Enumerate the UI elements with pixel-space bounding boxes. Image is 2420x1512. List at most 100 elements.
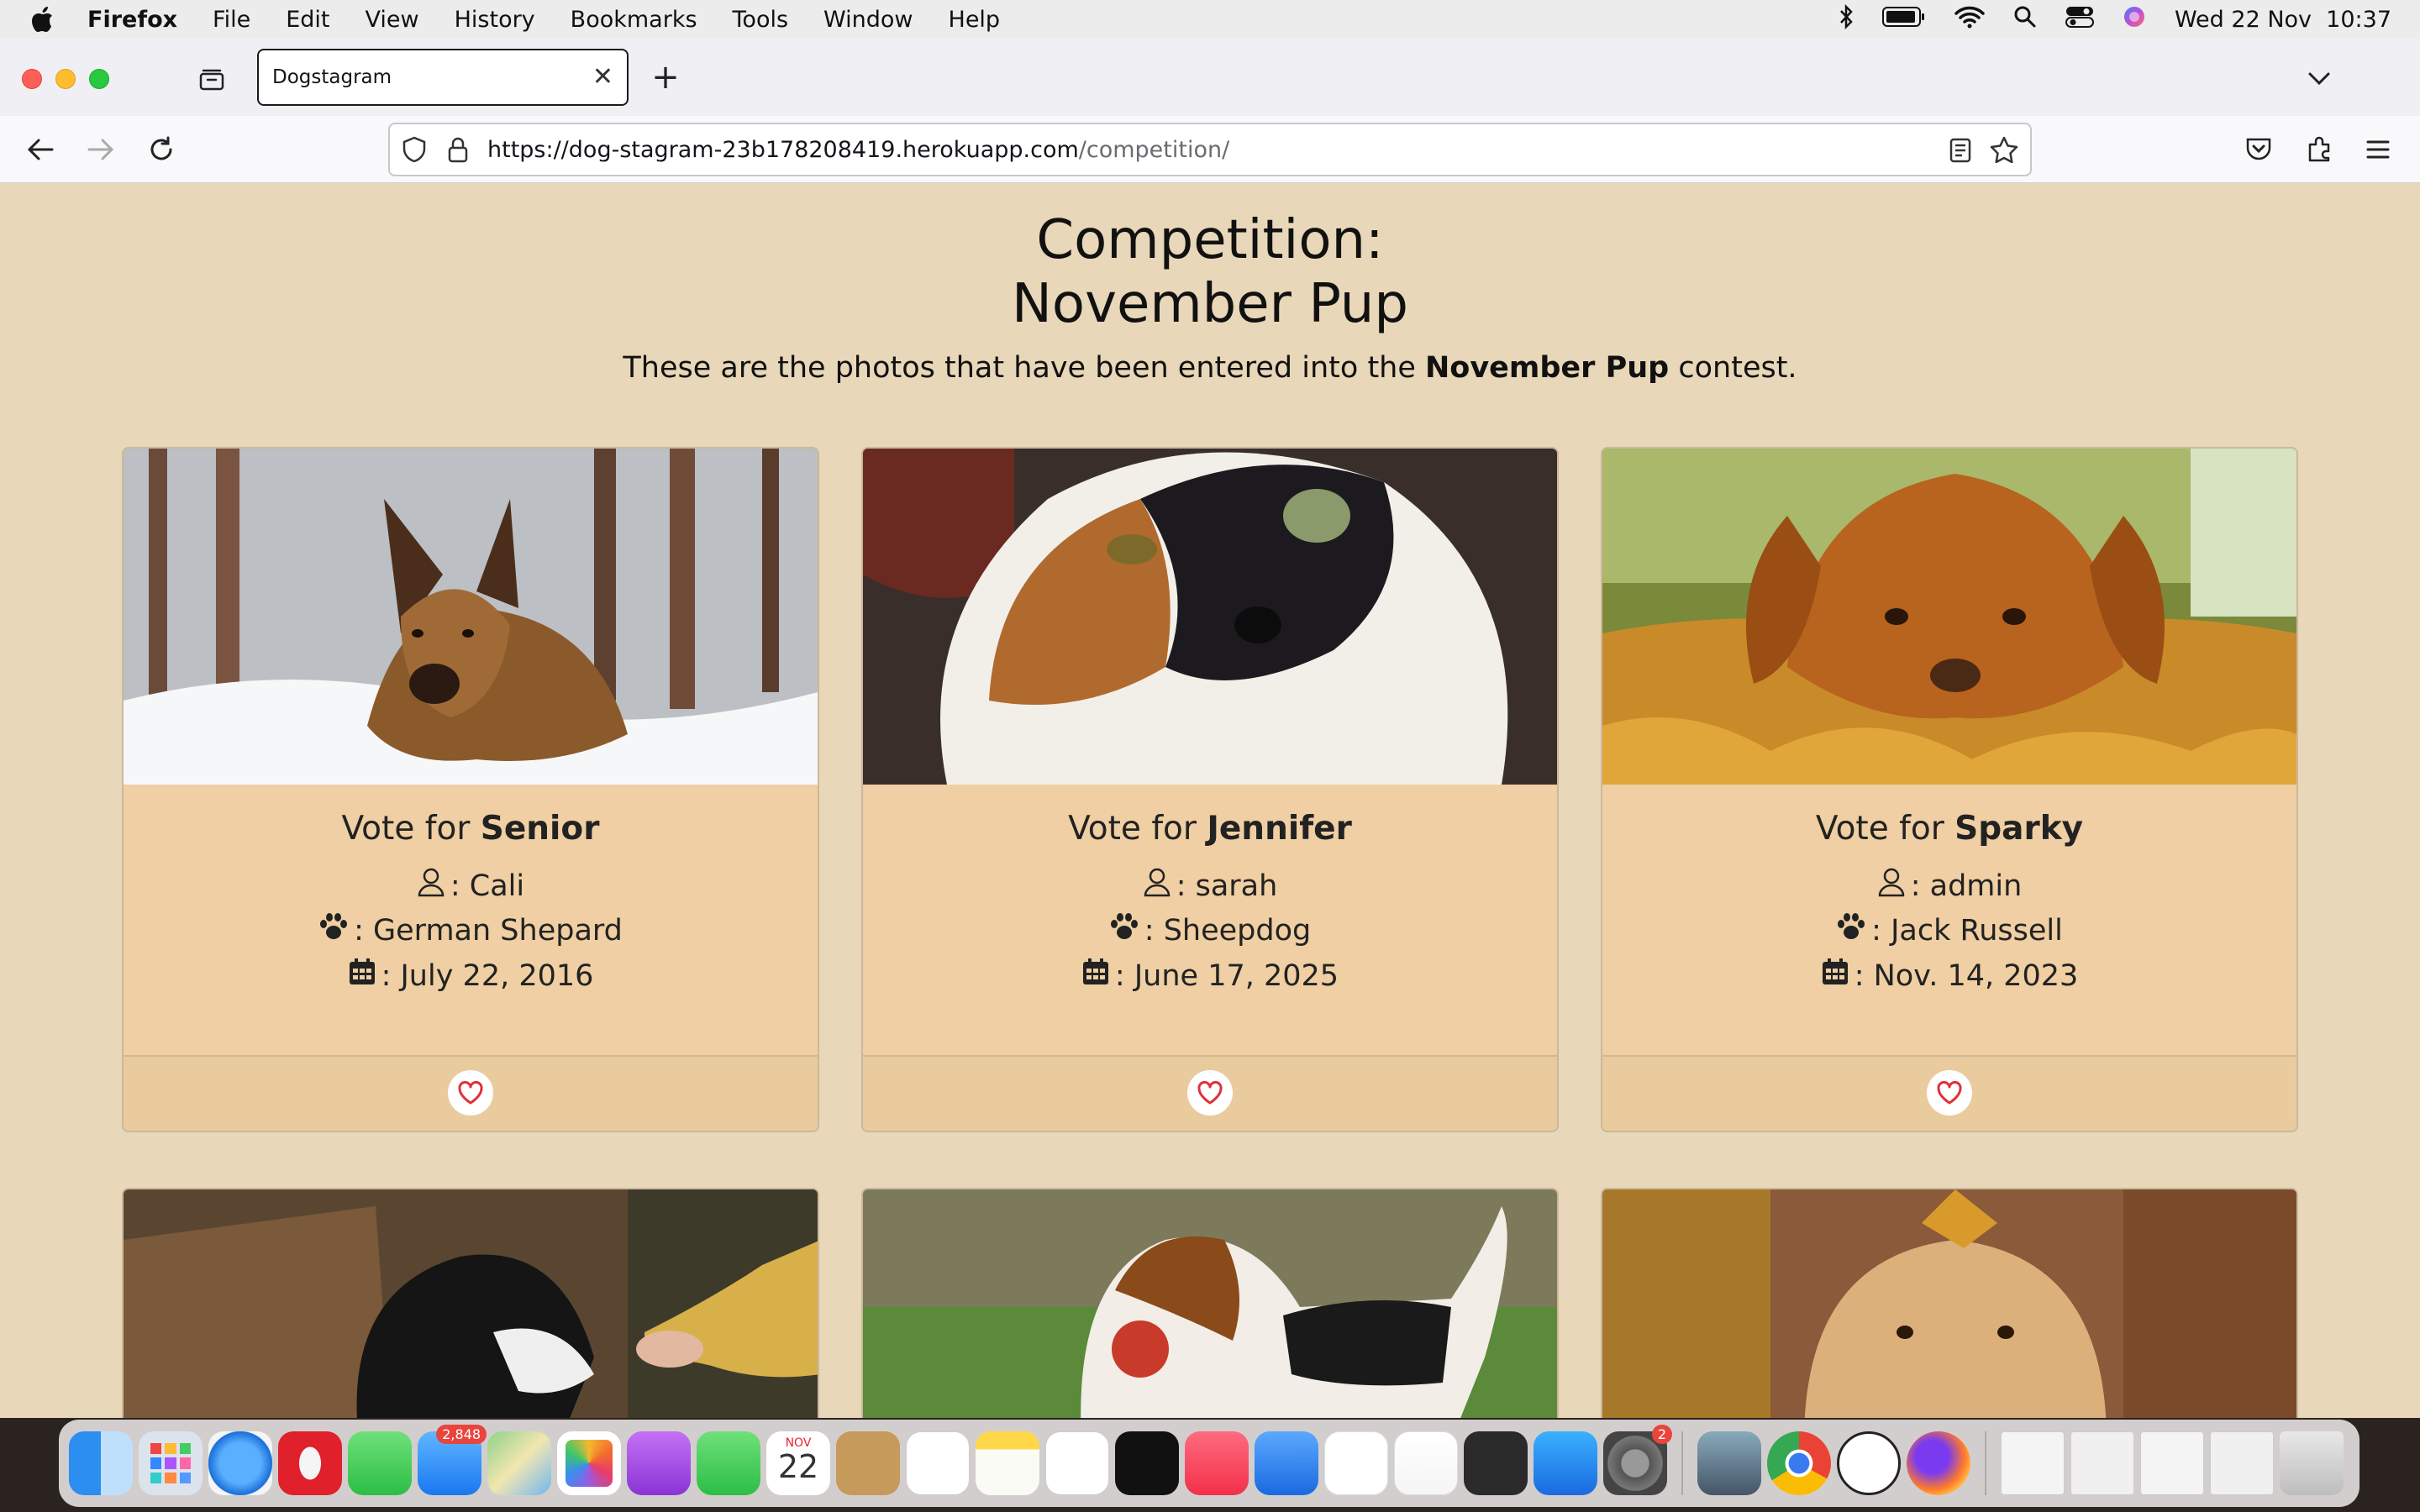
maps-icon[interactable] <box>487 1431 551 1495</box>
menu-view[interactable]: View <box>366 7 419 33</box>
bluetooth-icon[interactable] <box>1839 3 1854 35</box>
hamburger-menu-icon[interactable] <box>2363 133 2393 166</box>
breed-line: : Sheepdog <box>863 912 1557 948</box>
dog-photo-retriever-leaves[interactable] <box>1602 449 2296 785</box>
dog-photo-golden-leaf[interactable] <box>1602 1189 2298 1418</box>
control-center-icon[interactable] <box>2065 5 2094 34</box>
menu-tools[interactable]: Tools <box>733 7 789 33</box>
pocket-icon[interactable] <box>2244 133 2274 166</box>
dog-photo-border-collie[interactable] <box>124 1189 819 1418</box>
menubar-clock[interactable]: Wed 22 Nov 10:37 <box>2175 7 2391 33</box>
menu-bookmarks[interactable]: Bookmarks <box>571 7 697 33</box>
system-settings-icon[interactable]: 2 <box>1603 1425 1672 1495</box>
vote-heading: Vote for Sparky <box>1602 810 2296 848</box>
messages-icon[interactable] <box>348 1431 412 1495</box>
bookmark-star-icon[interactable] <box>1990 136 2018 163</box>
owner-name: : sarah <box>1176 869 1278 903</box>
calendar-icon[interactable]: NOV 22 <box>766 1431 830 1495</box>
keynote-icon[interactable] <box>1255 1431 1318 1495</box>
preview-icon[interactable] <box>1697 1431 1761 1495</box>
page-content: Competition: November Pup These are the … <box>0 183 2420 1418</box>
tracking-protection-shield-icon[interactable] <box>402 136 427 163</box>
minimize-window-button[interactable] <box>55 69 76 89</box>
tab-strip: Dogstagram ✕ + <box>0 39 2420 116</box>
menu-edit[interactable]: Edit <box>286 7 329 33</box>
close-window-button[interactable] <box>22 69 42 89</box>
menu-help[interactable]: Help <box>949 7 1001 33</box>
reload-icon[interactable] <box>145 133 178 166</box>
smiley-app-icon[interactable] <box>1837 1431 1901 1495</box>
user-icon <box>417 867 445 905</box>
extensions-puzzle-icon[interactable] <box>2304 133 2334 166</box>
opera-icon[interactable] <box>278 1431 342 1495</box>
window-thumbnail-4[interactable] <box>2210 1431 2274 1495</box>
back-arrow-icon[interactable] <box>24 133 57 166</box>
safari-icon[interactable] <box>208 1431 272 1495</box>
address-bar[interactable]: https://dog-stagram-23b178208419.herokua… <box>388 123 2032 176</box>
chrome-icon[interactable] <box>1767 1431 1831 1495</box>
launchpad-icon[interactable] <box>139 1431 203 1495</box>
numbers-icon[interactable] <box>1324 1431 1388 1495</box>
menu-window[interactable]: Window <box>823 7 913 33</box>
finder-icon[interactable] <box>69 1431 133 1495</box>
like-heart-button[interactable] <box>1927 1070 1972 1116</box>
owner-value: Cali <box>469 869 525 903</box>
contacts-icon[interactable] <box>836 1431 900 1495</box>
menu-file[interactable]: File <box>213 7 250 33</box>
like-heart-button[interactable] <box>448 1070 493 1116</box>
firefox-icon[interactable] <box>1907 1431 1970 1495</box>
photos-icon[interactable] <box>557 1431 621 1495</box>
menu-app-name[interactable]: Firefox <box>87 7 177 33</box>
spotlight-search-icon[interactable] <box>2013 5 2037 34</box>
new-tab-icon[interactable]: + <box>650 58 681 97</box>
dog-photo-german-shepherd[interactable] <box>124 449 818 785</box>
apple-tv-icon[interactable] <box>1115 1431 1179 1495</box>
entry-card-row2-3[interactable] <box>1601 1188 2298 1418</box>
music-icon[interactable] <box>1185 1431 1249 1495</box>
entry-card-jennifer: Vote for Jennifer : sarah : Sheepdog : J… <box>861 447 1559 1132</box>
close-tab-icon[interactable]: ✕ <box>592 62 613 92</box>
firefox-view-icon[interactable] <box>197 64 227 94</box>
reader-view-icon[interactable] <box>1949 138 1971 163</box>
entry-card-row2-2[interactable] <box>861 1188 1559 1418</box>
cat-photo-calico[interactable] <box>863 449 1557 785</box>
list-all-tabs-chevron-down-icon[interactable] <box>2304 64 2334 94</box>
date-value: Nov. 14, 2023 <box>1873 958 2079 993</box>
apple-menu-icon[interactable] <box>30 6 59 33</box>
tab-dogstagram[interactable]: Dogstagram ✕ <box>257 49 629 106</box>
dog-photo-beagle[interactable] <box>863 1189 1559 1418</box>
vote-prefix: Vote for <box>1815 810 1955 848</box>
menu-history[interactable]: History <box>455 7 535 33</box>
notes-icon[interactable] <box>976 1431 1039 1495</box>
pages-icon[interactable] <box>1394 1431 1458 1495</box>
browser-chrome: Dogstagram ✕ + https://dog-stagram-23b17… <box>0 39 2420 183</box>
trash-icon[interactable] <box>2280 1431 2344 1495</box>
like-heart-button[interactable] <box>1187 1070 1233 1116</box>
window-thumbnail-1[interactable] <box>2001 1431 2065 1495</box>
entry-card-row2-1[interactable] <box>122 1188 819 1418</box>
siri-icon[interactable] <box>2123 5 2146 34</box>
wifi-icon[interactable] <box>1954 5 1985 34</box>
freeform-icon[interactable] <box>1045 1431 1109 1495</box>
garageband-icon[interactable] <box>1464 1431 1528 1495</box>
mail-icon[interactable]: 2,848 <box>418 1425 487 1495</box>
vote-heading: Vote for Jennifer <box>863 810 1557 848</box>
podcasts-icon[interactable] <box>627 1431 691 1495</box>
owner-name: : admin <box>1910 869 2023 903</box>
url-text[interactable]: https://dog-stagram-23b178208419.herokua… <box>487 137 1229 163</box>
vote-prefix: Vote for <box>1068 810 1207 848</box>
calendar-icon <box>1081 958 1110 994</box>
reminders-icon[interactable] <box>906 1431 970 1495</box>
window-thumbnail-3[interactable] <box>2140 1431 2204 1495</box>
owner-line: : Cali <box>124 867 818 905</box>
calendar-icon <box>1821 958 1849 994</box>
lock-icon[interactable] <box>447 136 469 163</box>
subtitle-contest-name: November Pup <box>1425 351 1670 385</box>
window-thumbnail-2[interactable] <box>2070 1431 2134 1495</box>
facetime-icon[interactable] <box>697 1431 760 1495</box>
date-line: : Nov. 14, 2023 <box>1602 958 2296 994</box>
zoom-window-button[interactable] <box>89 69 109 89</box>
battery-icon[interactable] <box>1881 6 1926 34</box>
app-store-icon[interactable] <box>1534 1431 1597 1495</box>
forward-arrow-icon[interactable] <box>84 133 118 166</box>
